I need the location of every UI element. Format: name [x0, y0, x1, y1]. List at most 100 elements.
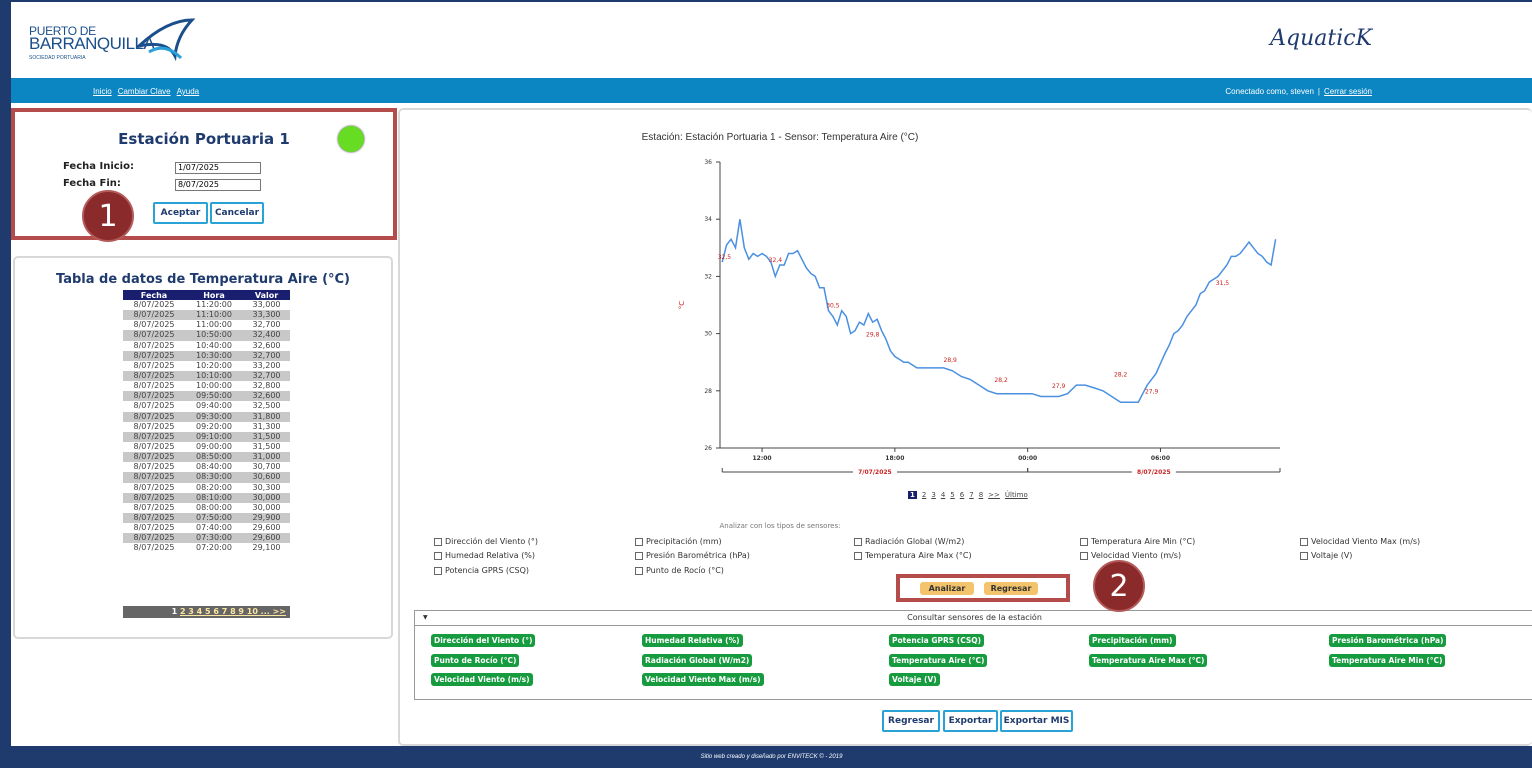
checkbox-icon[interactable]	[434, 551, 442, 560]
table-row: 8/07/2025 10:50:00 32,400	[123, 330, 290, 341]
checkbox-wind-speed[interactable]: Velocidad Viento (m/s)	[1080, 551, 1181, 560]
cell-time: 09:40:00	[196, 401, 232, 411]
table-row: 8/07/2025 11:00:00 32,700	[123, 320, 290, 330]
table-row: 8/07/2025 07:20:00 29,100	[123, 543, 290, 553]
checkbox-icon[interactable]	[434, 537, 442, 546]
sensor-button-air-temperature[interactable]: Temperatura Aire (°C)	[889, 654, 988, 667]
return-button[interactable]: Regresar	[984, 582, 1038, 595]
cell-value: 32,600	[252, 340, 281, 350]
nav-link-change-password[interactable]: Cambiar Clave	[118, 87, 171, 96]
checkbox-wind-direction[interactable]: Dirección del Viento (°)	[434, 537, 538, 546]
sensor-button-gprs-power[interactable]: Potencia GPRS (CSQ)	[889, 634, 985, 647]
chart-pager-page-5[interactable]: 5	[950, 491, 954, 499]
checkbox-icon[interactable]	[1300, 551, 1308, 560]
chart-pager-page-7[interactable]: 7	[969, 491, 973, 499]
end-date-input[interactable]: 8/07/2025	[175, 179, 261, 191]
sensor-button-wind-speed[interactable]: Velocidad Viento (m/s)	[431, 673, 533, 686]
checkbox-label: Radiación Global (W/m2)	[865, 537, 965, 546]
checkbox-barometric-pressure[interactable]: Presión Barométrica (hPa)	[635, 551, 750, 560]
table-pager-links[interactable]: 2 3 4 5 6 7 8 9 10 ... >>	[180, 607, 286, 616]
cell-date: 8/07/2025	[133, 442, 175, 452]
column-header-date[interactable]: Fecha	[123, 290, 185, 300]
sensor-button-dew-point[interactable]: Punto de Rocío (°C)	[431, 654, 520, 667]
y-tick-label: 28	[704, 388, 712, 395]
table-row: 8/07/2025 11:20:00 33,000	[123, 300, 290, 310]
chart-pager-last[interactable]: Último	[1005, 491, 1028, 499]
checkbox-icon[interactable]	[434, 566, 442, 575]
sensor-button-wind-direction[interactable]: Dirección del Viento (°)	[431, 634, 536, 647]
checkbox-voltage[interactable]: Voltaje (V)	[1300, 551, 1352, 560]
data-label: 28,2	[994, 377, 1008, 384]
checkbox-air-temp-max[interactable]: Temperatura Aire Max (°C)	[854, 551, 972, 560]
cell-value: 30,000	[252, 502, 281, 512]
checkbox-dew-point[interactable]: Punto de Rocío (°C)	[635, 566, 724, 575]
cell-value: 29,900	[243, 512, 290, 524]
logo-swoosh-icon	[137, 18, 196, 62]
analyze-button[interactable]: Analizar	[920, 582, 974, 595]
nav-link-home[interactable]: Inicio	[93, 87, 112, 96]
checkbox-icon[interactable]	[1080, 551, 1088, 560]
back-button[interactable]: Regresar	[882, 710, 940, 732]
logo-line2: BARRANQUILLA	[29, 34, 155, 53]
checkbox-wind-speed-max[interactable]: Velocidad Viento Max (m/s)	[1300, 537, 1420, 546]
checkbox-icon[interactable]	[635, 537, 643, 546]
collapse-arrow-icon[interactable]: ▼	[423, 611, 428, 625]
chart-pager-page-8[interactable]: 8	[979, 491, 983, 499]
cell-value: 33,200	[252, 360, 281, 370]
cell-date: 8/07/2025	[123, 370, 185, 382]
sensor-button-precipitation[interactable]: Precipitación (mm)	[1089, 634, 1176, 647]
column-header-time[interactable]: Hora	[185, 290, 243, 300]
sensor-button-relative-humidity[interactable]: Humedad Relativa (%)	[642, 634, 743, 647]
checkbox-icon[interactable]	[854, 551, 862, 560]
table-row: 8/07/2025 07:40:00 29,600	[123, 523, 290, 533]
checkbox-icon[interactable]	[1080, 537, 1088, 546]
sensor-button-wind-speed-max[interactable]: Velocidad Viento Max (m/s)	[642, 673, 764, 686]
accept-button[interactable]: Aceptar	[153, 202, 208, 224]
checkbox-icon[interactable]	[854, 537, 862, 546]
column-header-value[interactable]: Valor	[243, 290, 290, 300]
sensor-button-barometric-pressure[interactable]: Presión Barométrica (hPa)	[1329, 634, 1447, 647]
checkbox-precipitation[interactable]: Precipitación (mm)	[635, 537, 722, 546]
sensor-button-voltage[interactable]: Voltaje (V)	[889, 673, 940, 686]
company-logo[interactable]: PUERTO DE BARRANQUILLA SOCIEDAD PORTUARI…	[29, 10, 209, 70]
cell-value: 32,800	[252, 381, 281, 391]
nav-link-help[interactable]: Ayuda	[177, 87, 200, 96]
cell-time: 08:50:00	[185, 452, 243, 463]
chart-pager-page-3[interactable]: 3	[931, 491, 935, 499]
cell-date: 8/07/2025	[123, 330, 185, 341]
cell-value: 33,300	[243, 310, 290, 321]
checkbox-global-radiation[interactable]: Radiación Global (W/m2)	[854, 537, 964, 546]
logout-link[interactable]: Cerrar sesión	[1324, 87, 1372, 96]
checkbox-relative-humidity[interactable]: Humedad Relativa (%)	[434, 551, 535, 560]
cell-time: 10:40:00	[196, 340, 232, 350]
chart-pager-page-4[interactable]: 4	[941, 491, 945, 499]
cell-date: 8/07/2025	[133, 401, 175, 411]
chart-pager-next[interactable]: >>	[988, 491, 1000, 499]
table-row: 8/07/2025 09:40:00 32,500	[123, 401, 290, 411]
sensors-collapse-header[interactable]: ▼ Consultar sensores de la estación	[414, 610, 1532, 626]
chart-pager-page-2[interactable]: 2	[922, 491, 926, 499]
chart-pager-page-6[interactable]: 6	[960, 491, 964, 499]
cell-date: 8/07/2025	[123, 391, 185, 402]
cell-time: 08:30:00	[185, 472, 243, 483]
export-button[interactable]: Exportar	[943, 710, 998, 732]
cell-value: 32,600	[243, 391, 290, 402]
data-table-panel: Tabla de datos de Temperatura Aire (°C) …	[13, 256, 393, 639]
table-row: 8/07/2025 09:50:00 32,600	[123, 391, 290, 402]
checkbox-gprs-power[interactable]: Potencia GPRS (CSQ)	[434, 566, 529, 575]
cell-date: 8/07/2025	[123, 472, 185, 483]
start-date-input[interactable]: 1/07/2025	[175, 162, 261, 174]
table-row: 8/07/2025 09:30:00 31,800	[123, 411, 290, 422]
checkbox-air-temp-min[interactable]: Temperatura Aire Min (°C)	[1080, 537, 1195, 546]
checkbox-label: Temperatura Aire Max (°C)	[865, 551, 972, 560]
checkbox-icon[interactable]	[635, 566, 643, 575]
cancel-button[interactable]: Cancelar	[210, 202, 264, 224]
checkbox-label: Punto de Rocío (°C)	[646, 566, 724, 575]
sensor-button-global-radiation[interactable]: Radiación Global (W/m2)	[642, 654, 753, 667]
checkbox-icon[interactable]	[635, 551, 643, 560]
sensor-button-air-temp-min[interactable]: Temperatura Aire Min (°C)	[1329, 654, 1446, 667]
sensor-button-air-temp-max[interactable]: Temperatura Aire Max (°C)	[1089, 654, 1208, 667]
checkbox-icon[interactable]	[1300, 537, 1308, 546]
export-mis-button[interactable]: Exportar MIS	[1000, 710, 1073, 732]
cell-time: 08:40:00	[196, 462, 232, 472]
